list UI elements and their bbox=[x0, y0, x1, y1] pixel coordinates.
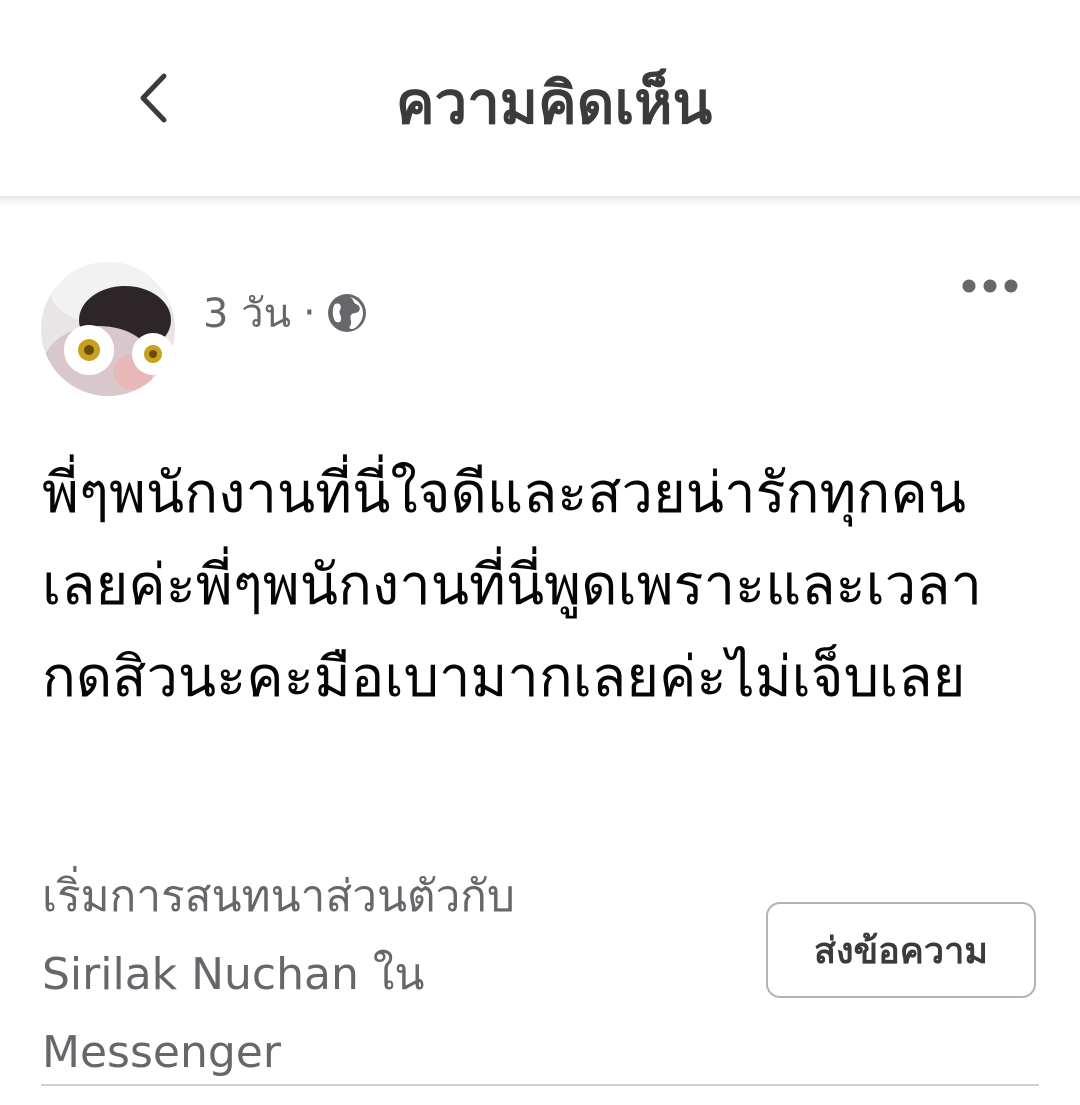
comment-time[interactable]: 3 วัน bbox=[203, 281, 291, 345]
comment-text: พี่ๆพนักงานที่นี่ใจดีและสวยน่ารักทุกคนเล… bbox=[42, 461, 982, 710]
messenger-prompt-line1: เริ่มการสนทนาส่วนตัวกับ bbox=[42, 871, 515, 922]
messenger-prompt-line3: Messenger bbox=[42, 1027, 281, 1078]
meta-separator: · bbox=[302, 290, 316, 336]
page-title: ความคิดเห็น bbox=[395, 69, 713, 137]
more-options-button[interactable] bbox=[954, 270, 1026, 306]
globe-icon bbox=[326, 292, 368, 334]
avatar[interactable] bbox=[41, 262, 175, 396]
more-horizontal-icon bbox=[961, 278, 1019, 298]
divider bbox=[41, 1084, 1039, 1086]
comment-meta: 3 วัน · bbox=[203, 285, 368, 341]
messenger-prompt-line2: Sirilak Nuchan ใน bbox=[42, 949, 425, 1000]
top-bar: ความคิดเห็น bbox=[0, 0, 1080, 196]
send-message-button[interactable]: ส่งข้อความ bbox=[766, 902, 1036, 998]
messenger-prompt: เริ่มการสนทนาส่วนตัวกับ Sirilak Nuchan ใน… bbox=[42, 858, 742, 1092]
header-shadow bbox=[0, 196, 1080, 206]
avatar-image bbox=[41, 262, 175, 396]
